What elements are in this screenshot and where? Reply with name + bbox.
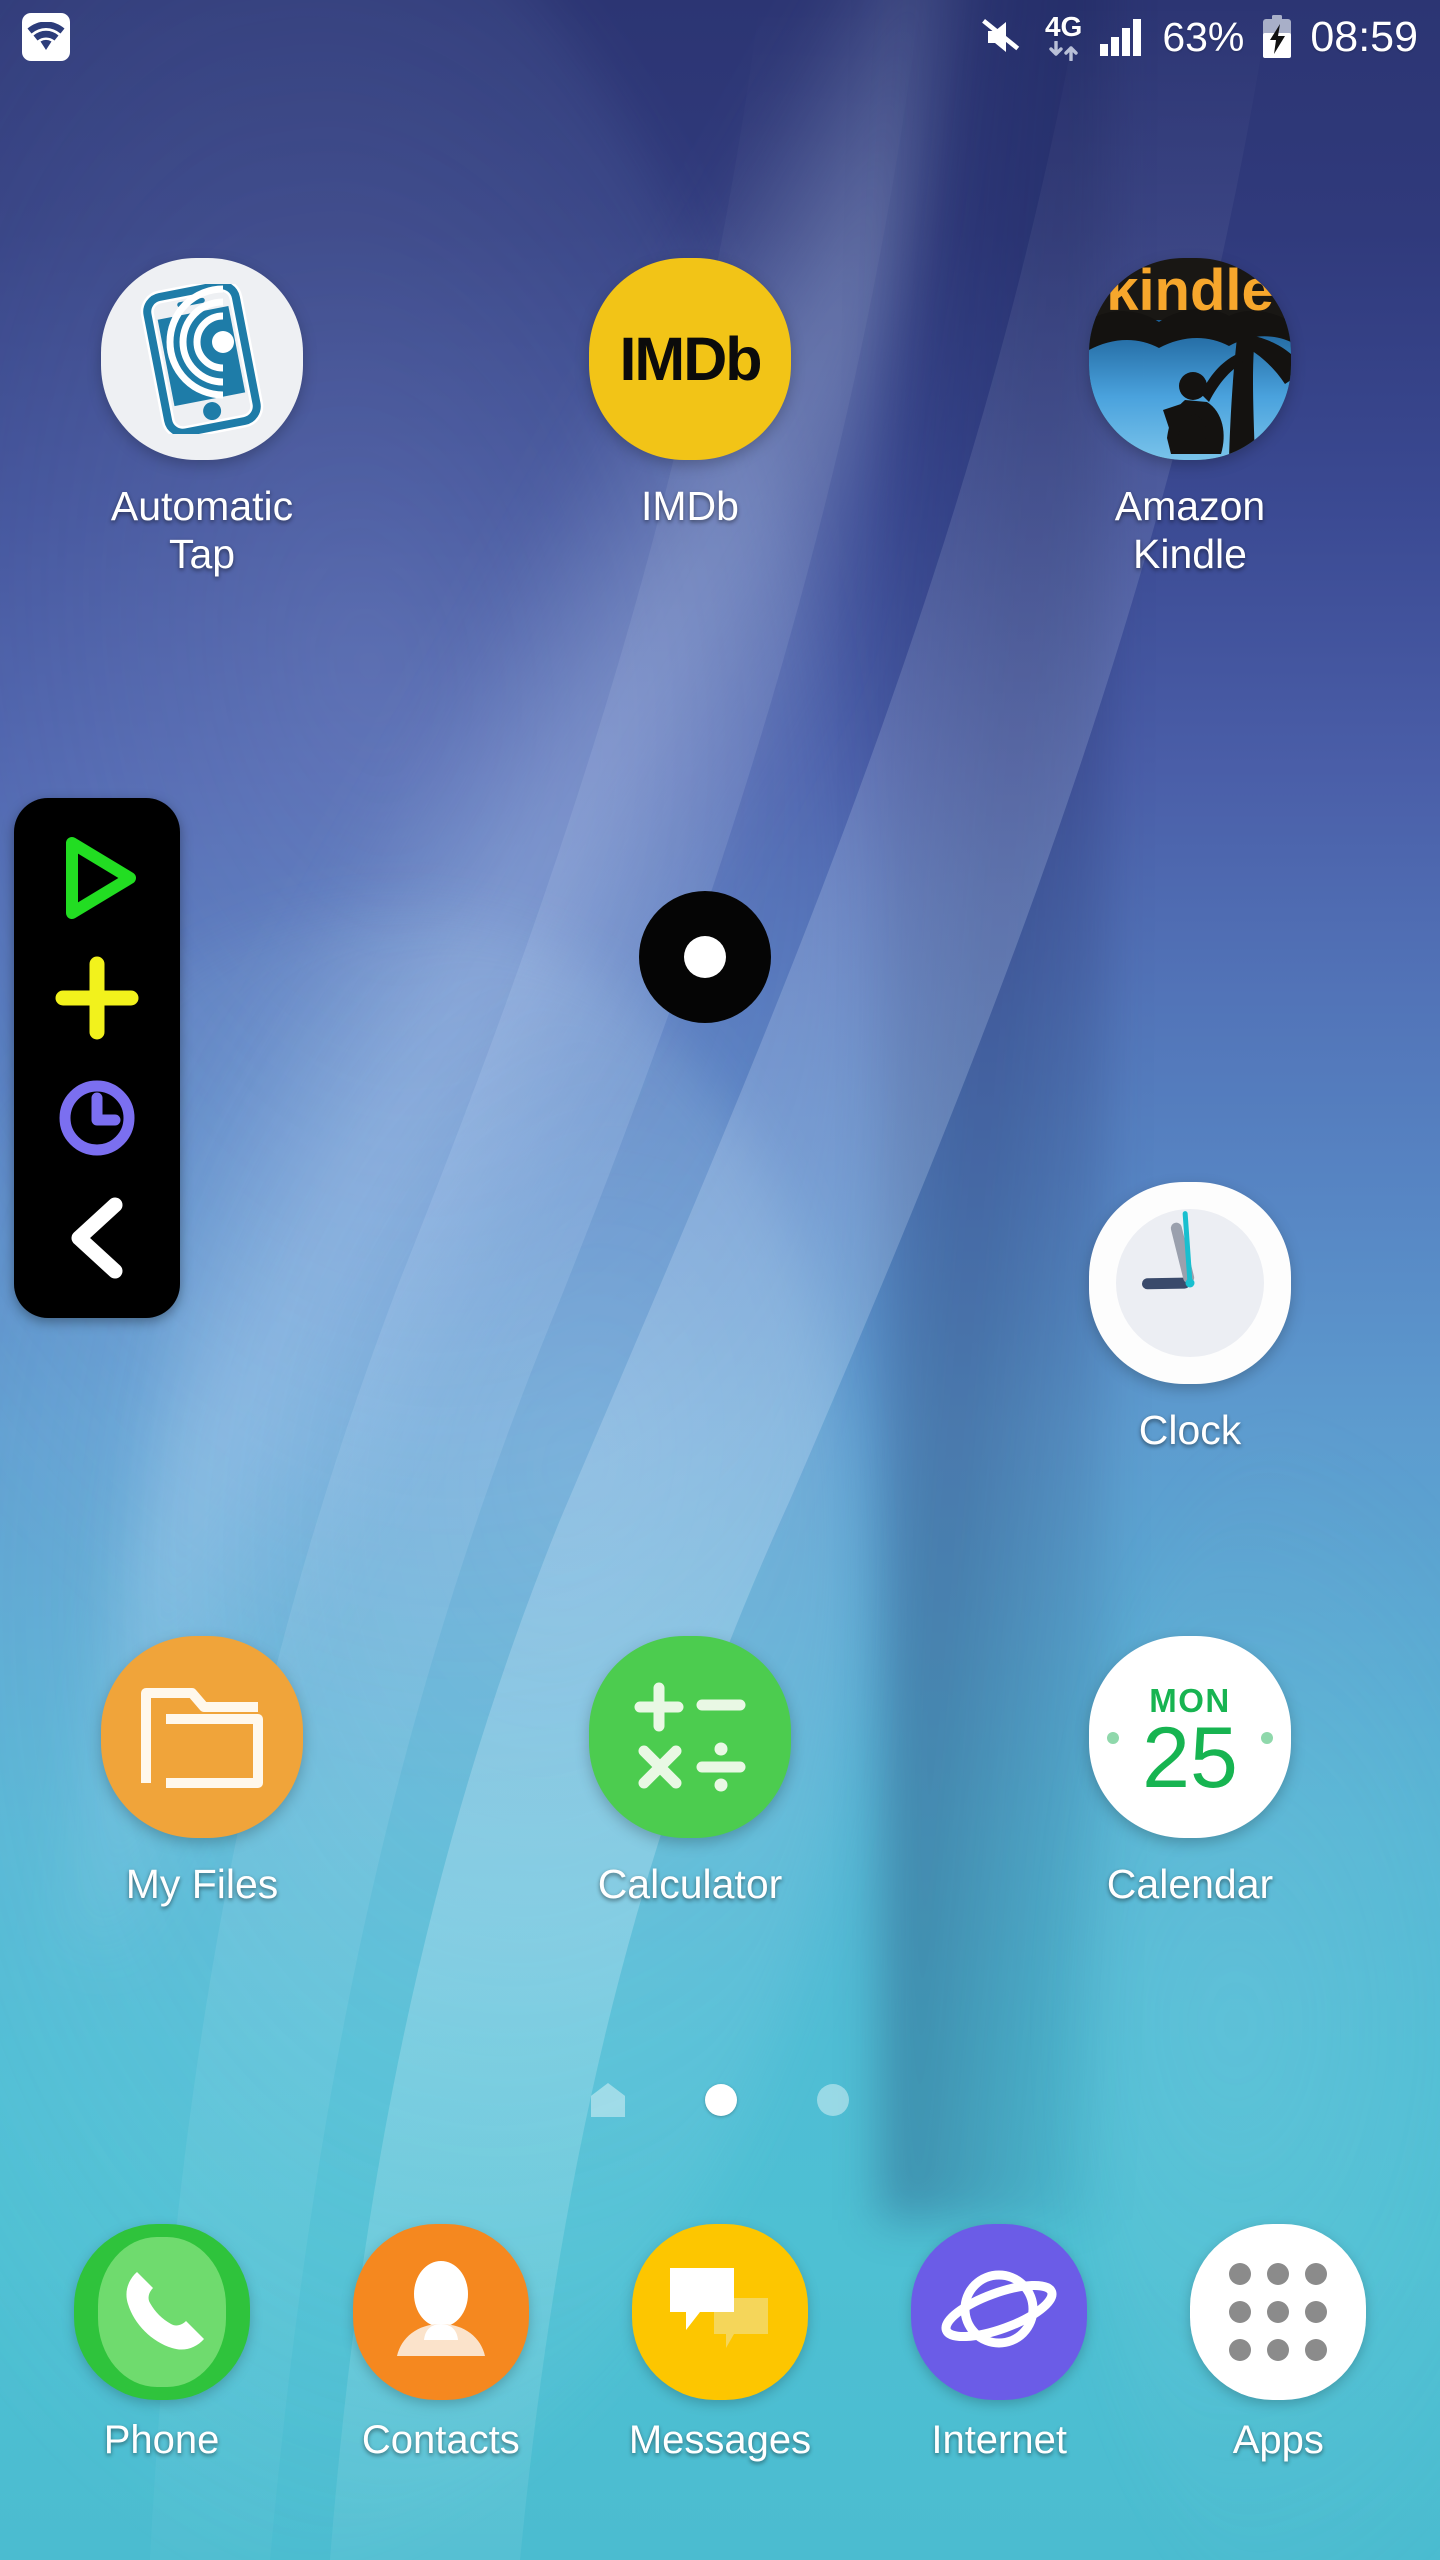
clock-icon	[1089, 1182, 1291, 1384]
automatic-tap-icon	[101, 258, 303, 460]
tap-marker-core	[684, 936, 726, 978]
dock-item-messages[interactable]: Messages	[595, 2224, 845, 2463]
dock-label: Messages	[628, 2418, 812, 2462]
network-type-label: 4G	[1044, 11, 1083, 42]
dock-item-phone[interactable]: Phone	[37, 2224, 287, 2463]
apps-dot-grid	[1229, 2263, 1328, 2361]
app-imdb[interactable]: IMDb IMDb	[530, 258, 850, 530]
battery-charging-icon	[1261, 15, 1293, 59]
internet-icon	[911, 2224, 1088, 2400]
apps-grid-icon	[1190, 2224, 1367, 2400]
dock-item-apps[interactable]: Apps	[1153, 2224, 1403, 2463]
calendar-day-number: 25	[1142, 1710, 1238, 1807]
app-label: Calculator	[597, 1861, 783, 1907]
wifi-icon	[22, 13, 70, 61]
automatic-tap-floating-toolbar[interactable]	[14, 798, 180, 1318]
home-page-icon[interactable]	[591, 2083, 625, 2117]
app-label: Clock	[1138, 1407, 1242, 1453]
plus-icon[interactable]	[42, 948, 152, 1048]
app-label: Automatic Tap	[110, 483, 294, 578]
phone-icon	[73, 2224, 250, 2400]
home-app-grid: Automatic Tap IMDb IMDb kindle Amazon Ki…	[0, 74, 1440, 2184]
data-transfer-arrows-icon	[1047, 41, 1081, 61]
signal-bars-icon	[1099, 17, 1145, 57]
imdb-icon: IMDb	[589, 258, 791, 460]
status-bar-right: 4G 63% 08:59	[982, 13, 1418, 61]
dock-label: Internet	[931, 2418, 1067, 2462]
app-label: IMDb	[641, 483, 739, 529]
dock-item-contacts[interactable]: Contacts	[316, 2224, 566, 2463]
app-label: Amazon Kindle	[1114, 483, 1266, 578]
app-label: My Files	[125, 1861, 279, 1907]
status-bar[interactable]: 4G 63% 08:59	[0, 0, 1440, 74]
status-bar-clock: 08:59	[1310, 12, 1418, 61]
tap-point-marker[interactable]	[639, 891, 771, 1023]
page-dot-active[interactable]	[705, 2084, 737, 2116]
app-automatic-tap[interactable]: Automatic Tap	[42, 258, 362, 579]
clock-face	[1116, 1209, 1264, 1357]
calendar-icon: MON 25	[1089, 1636, 1291, 1838]
dock-label: Apps	[1232, 2418, 1324, 2462]
messages-icon	[631, 2224, 808, 2400]
contacts-icon	[352, 2224, 529, 2400]
app-calculator[interactable]: Calculator	[530, 1636, 850, 1908]
page-dot-inactive[interactable]	[817, 2084, 849, 2116]
app-my-files[interactable]: My Files	[42, 1636, 362, 1908]
app-amazon-kindle[interactable]: kindle Amazon Kindle	[1030, 258, 1350, 579]
my-files-icon	[101, 1636, 303, 1838]
mute-icon	[982, 16, 1028, 58]
dock: Phone Contacts Messages Internet Apps	[0, 2190, 1440, 2560]
dock-label: Contacts	[361, 2418, 520, 2462]
calendar-dot-right	[1261, 1732, 1273, 1744]
calculator-icon	[589, 1636, 791, 1838]
imdb-logo-text: IMDb	[619, 325, 762, 393]
play-icon[interactable]	[42, 828, 152, 928]
clock-center-pin	[1185, 1278, 1195, 1288]
dock-item-internet[interactable]: Internet	[874, 2224, 1124, 2463]
app-clock[interactable]: Clock	[1030, 1182, 1350, 1454]
page-indicator[interactable]	[0, 2070, 1440, 2130]
app-calendar[interactable]: MON 25 Calendar	[1030, 1636, 1350, 1908]
app-label: Calendar	[1106, 1861, 1274, 1907]
network-type-indicator: 4G	[1045, 13, 1082, 61]
status-bar-left	[22, 13, 70, 61]
amazon-kindle-icon: kindle	[1089, 258, 1291, 460]
back-chevron-icon[interactable]	[42, 1188, 152, 1288]
clock-icon[interactable]	[42, 1068, 152, 1168]
kindle-logo-text: kindle	[1106, 258, 1274, 323]
calendar-dot-left	[1107, 1732, 1119, 1744]
battery-percent-label: 63%	[1162, 13, 1245, 60]
dock-label: Phone	[103, 2418, 220, 2462]
